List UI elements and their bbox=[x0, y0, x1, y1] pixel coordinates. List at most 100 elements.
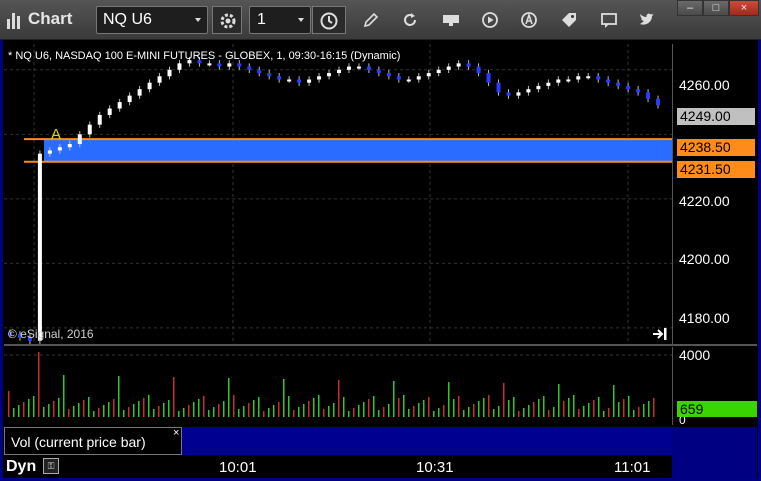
volume-bar bbox=[283, 379, 285, 417]
candle-body bbox=[287, 79, 292, 82]
price-chart[interactable] bbox=[4, 44, 672, 344]
volume-bar bbox=[638, 407, 640, 417]
volume-bar bbox=[518, 411, 520, 417]
volume-bar bbox=[163, 403, 165, 417]
volume-bar bbox=[413, 406, 415, 417]
lock-icon[interactable]: ⚿ bbox=[43, 458, 59, 474]
candle-body bbox=[356, 66, 361, 69]
alert-button[interactable] bbox=[514, 6, 544, 34]
time-tick-label: 10:31 bbox=[416, 459, 454, 476]
volume-bar bbox=[428, 397, 430, 417]
chart-app-icon bbox=[6, 11, 24, 29]
volume-bar bbox=[328, 406, 330, 417]
volume-bar bbox=[208, 410, 210, 417]
comment-icon bbox=[601, 13, 617, 28]
volume-bar bbox=[238, 409, 240, 417]
volume-bar bbox=[68, 409, 70, 417]
volume-bar bbox=[113, 399, 115, 417]
volume-bar bbox=[448, 382, 450, 417]
chevron-down-icon bbox=[195, 18, 201, 22]
clock-icon bbox=[320, 12, 338, 30]
candle-body bbox=[107, 108, 112, 115]
volume-bar bbox=[468, 407, 470, 417]
refresh-button[interactable] bbox=[395, 6, 425, 34]
volume-bar bbox=[213, 407, 215, 417]
volume-bar bbox=[483, 398, 485, 417]
volume-bar bbox=[298, 407, 300, 417]
volume-bar bbox=[203, 396, 205, 417]
candle-body bbox=[626, 85, 631, 90]
price-axis[interactable]: 4260.00 4220.00 4200.00 4180.00 4249.00 … bbox=[672, 44, 757, 344]
candle-body bbox=[616, 82, 621, 86]
tag-button[interactable] bbox=[554, 6, 584, 34]
volume-bar bbox=[323, 409, 325, 417]
go-to-end-icon[interactable] bbox=[652, 327, 668, 341]
price-tick-label: 4180.00 bbox=[679, 310, 730, 326]
volume-bar bbox=[13, 408, 15, 417]
dynamic-mode-label[interactable]: Dyn bbox=[6, 458, 36, 476]
volume-bar bbox=[368, 399, 370, 417]
maximize-button[interactable]: □ bbox=[703, 0, 729, 16]
candle-body bbox=[396, 76, 401, 80]
settings-button[interactable] bbox=[212, 6, 242, 34]
volume-bar bbox=[193, 402, 195, 417]
candle-body bbox=[317, 76, 322, 80]
volume-bar bbox=[198, 399, 200, 417]
refresh-icon bbox=[404, 13, 416, 26]
candle-body bbox=[337, 69, 341, 74]
volume-bar bbox=[73, 406, 75, 417]
volume-bar bbox=[538, 399, 540, 417]
get-data-button[interactable] bbox=[436, 6, 466, 34]
volume-bar bbox=[398, 398, 400, 417]
candle-body bbox=[446, 66, 451, 70]
volume-chart[interactable] bbox=[4, 347, 672, 425]
price-tick-label: 4220.00 bbox=[679, 193, 730, 209]
tweet-button[interactable] bbox=[632, 6, 662, 34]
candle-body bbox=[366, 66, 371, 70]
volume-bar bbox=[593, 400, 595, 417]
volume-bar bbox=[173, 377, 175, 417]
volume-bar bbox=[218, 404, 220, 417]
study-close-icon[interactable]: × bbox=[173, 427, 179, 439]
comment-button[interactable] bbox=[594, 6, 624, 34]
pane-separator[interactable] bbox=[4, 344, 757, 346]
candle-body bbox=[257, 69, 262, 74]
volume-bar bbox=[83, 400, 85, 417]
volume-bar bbox=[623, 399, 625, 417]
study-tab[interactable]: Vol (current price bar) × bbox=[4, 427, 182, 455]
volume-tick-label: 4000 bbox=[679, 347, 711, 363]
volume-bar bbox=[58, 398, 60, 417]
play-button[interactable] bbox=[475, 6, 505, 34]
volume-bar bbox=[183, 408, 185, 417]
candle-body bbox=[167, 69, 172, 77]
symbol-select[interactable]: NQ U6 bbox=[96, 6, 208, 34]
candle-body bbox=[486, 73, 491, 83]
interval-select[interactable]: 1 bbox=[249, 6, 311, 34]
volume-bar bbox=[558, 384, 560, 417]
time-template-button[interactable] bbox=[312, 6, 346, 34]
volume-bar bbox=[378, 410, 380, 417]
get-icon bbox=[443, 15, 459, 26]
time-axis[interactable]: 10:01 10:31 11:01 bbox=[4, 455, 672, 481]
candle-body bbox=[466, 63, 471, 67]
volume-bar bbox=[228, 378, 230, 417]
candle-body bbox=[57, 147, 62, 151]
minimize-button[interactable]: – bbox=[677, 0, 703, 16]
candle-body bbox=[596, 76, 601, 80]
volume-bar bbox=[583, 406, 585, 417]
volume-bar bbox=[38, 352, 40, 417]
candle-body bbox=[526, 89, 531, 93]
price-band bbox=[44, 139, 672, 162]
candle-body bbox=[277, 76, 282, 80]
draw-button[interactable] bbox=[356, 6, 386, 34]
candle-body bbox=[426, 73, 431, 77]
volume-bar bbox=[33, 396, 35, 417]
volume-bar bbox=[18, 405, 20, 417]
volume-axis[interactable]: 4000 0 659 bbox=[672, 347, 757, 427]
candle-body bbox=[656, 98, 661, 106]
chart-annotation[interactable]: A bbox=[51, 126, 61, 143]
volume-bar bbox=[588, 403, 590, 417]
lower-line-flag: 4231.50 bbox=[677, 161, 755, 178]
volume-bar bbox=[463, 410, 465, 417]
close-button[interactable]: × bbox=[729, 0, 759, 16]
